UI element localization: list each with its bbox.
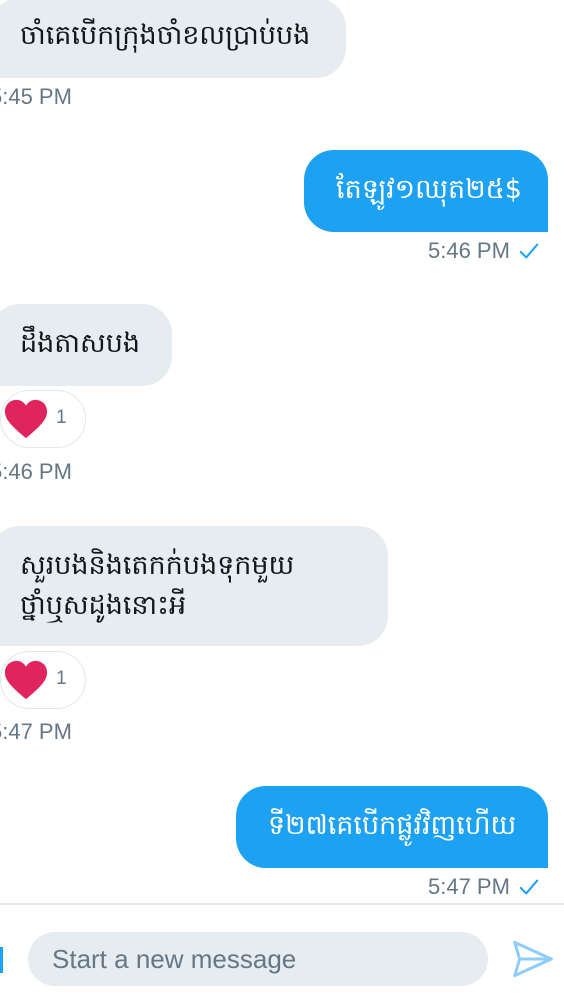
- message-text: ចាំគេបើកក្រុងចាំខលប្រាប់បង: [20, 20, 311, 51]
- message-timestamp: 5:45 PM: [0, 84, 72, 110]
- message-composer: [0, 903, 564, 1003]
- message-timestamp: 5:47 PM: [428, 874, 540, 900]
- reaction-badge[interactable]: 1: [0, 651, 86, 709]
- send-icon[interactable]: [510, 939, 556, 979]
- message-text-line: ថ្នាំឬសដូងនោះអី: [20, 590, 187, 621]
- timestamp-text: 5:45 PM: [0, 84, 72, 109]
- read-check-icon: [519, 243, 539, 259]
- incoming-message-bubble[interactable]: ចាំគេបើកក្រុងចាំខលប្រាប់បង: [0, 0, 346, 78]
- reaction-badge[interactable]: 1: [0, 390, 86, 448]
- message-text: តែឡូវ១ឈុត២៥$: [336, 174, 522, 205]
- message-text-line: សួរបងនិងតេកក់បងទុកមួយ: [20, 550, 295, 581]
- outgoing-message-bubble[interactable]: ទី២៧គេបើកផ្លូវវិញហើយ: [236, 786, 548, 868]
- read-check-icon: [519, 879, 539, 895]
- composer-media-button-edge[interactable]: [0, 947, 3, 973]
- heart-icon: [4, 399, 48, 439]
- incoming-message-bubble[interactable]: ដឹងតាសបង: [0, 304, 172, 386]
- message-text: ទី២៧គេបើកផ្លូវវិញហើយ: [268, 810, 517, 841]
- timestamp-text: 5:47 PM: [0, 719, 72, 744]
- message-timestamp: 5:46 PM: [428, 238, 540, 264]
- message-text: ដឹងតាសបង: [20, 328, 140, 359]
- reaction-count: 1: [56, 407, 67, 428]
- reaction-count: 1: [56, 668, 67, 689]
- timestamp-text: 5:46 PM: [428, 238, 510, 263]
- message-timestamp: 5:47 PM: [0, 719, 72, 745]
- message-input[interactable]: [28, 932, 488, 986]
- heart-icon: [4, 660, 48, 700]
- incoming-message-bubble[interactable]: សួរបងនិងតេកក់បងទុកមួយ ថ្នាំឬសដូងនោះអី: [0, 526, 388, 646]
- message-timestamp: 5:46 PM: [0, 459, 72, 485]
- message-thread: ចាំគេបើកក្រុងចាំខលប្រាប់បង 5:45 PM តែឡូវ…: [0, 0, 564, 903]
- outgoing-message-bubble[interactable]: តែឡូវ១ឈុត២៥$: [304, 150, 548, 232]
- timestamp-text: 5:46 PM: [0, 459, 72, 484]
- timestamp-text: 5:47 PM: [428, 874, 510, 899]
